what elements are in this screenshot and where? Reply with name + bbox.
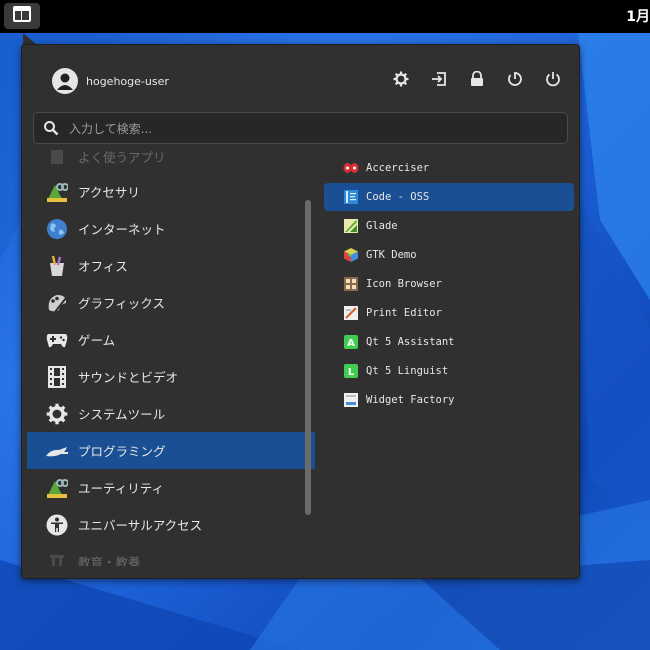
app-item-qt-assistant[interactable]: A Qt 5 Assistant — [324, 328, 574, 356]
user-info[interactable]: hogehoge-user — [52, 68, 169, 94]
system-tools-icon — [45, 402, 69, 426]
category-system-tools[interactable]: システムツール — [27, 395, 315, 432]
category-graphics[interactable]: グラフィックス — [27, 284, 315, 321]
app-label: Qt 5 Assistant — [366, 336, 455, 348]
category-label: オフィス — [78, 259, 128, 274]
qt-assistant-icon: A — [343, 334, 359, 350]
settings-icon — [393, 71, 409, 91]
accessories-icon — [45, 180, 69, 204]
search-icon — [43, 120, 59, 140]
logout-icon — [431, 71, 447, 91]
session-actions — [389, 68, 564, 94]
app-label: Code - OSS — [366, 191, 430, 203]
clock[interactable]: 1月 — [626, 6, 650, 26]
lock-button[interactable] — [465, 68, 488, 94]
category-programming[interactable]: プログラミング — [27, 432, 315, 469]
utilities-icon — [45, 476, 69, 500]
search-box[interactable] — [33, 112, 568, 144]
logout-button[interactable] — [427, 68, 450, 94]
category-label: システムツール — [78, 407, 166, 422]
lock-icon — [470, 70, 484, 91]
category-office[interactable]: オフィス — [27, 247, 315, 284]
graphics-icon — [45, 291, 69, 315]
category-label: よく使うアプリ — [78, 150, 166, 165]
app-menu-icon — [12, 5, 32, 27]
app-label: Widget Factory — [366, 394, 455, 406]
restart-icon — [507, 71, 523, 91]
category-label: ゲーム — [78, 333, 116, 348]
app-item-accerciser[interactable]: Accerciser — [324, 154, 574, 182]
favorites-icon — [45, 146, 69, 169]
app-item-qt-linguist[interactable]: L Qt 5 Linguist — [324, 357, 574, 385]
category-multimedia[interactable]: サウンドとビデオ — [27, 358, 315, 395]
category-internet[interactable]: インターネット — [27, 210, 315, 247]
restart-button[interactable] — [503, 68, 526, 94]
qt-linguist-icon: L — [343, 363, 359, 379]
internet-icon — [45, 217, 69, 241]
app-item-print-editor[interactable]: Print Editor — [324, 299, 574, 327]
app-label: Print Editor — [366, 307, 442, 319]
education-icon — [45, 550, 69, 566]
office-icon — [45, 254, 69, 278]
print-editor-icon — [343, 305, 359, 321]
category-label: アクセサリ — [78, 185, 140, 200]
category-label: インターネット — [78, 222, 166, 237]
gtk-demo-icon — [343, 247, 359, 263]
app-label: GTK Demo — [366, 249, 417, 261]
app-label: Accerciser — [366, 162, 430, 174]
accerciser-icon — [343, 160, 359, 176]
widget-factory-icon — [343, 392, 359, 408]
username: hogehoge-user — [86, 74, 169, 88]
app-item-gtk-demo[interactable]: GTK Demo — [324, 241, 574, 269]
category-label: ユーティリティ — [78, 481, 165, 496]
category-label: 教育・教養 — [78, 555, 141, 566]
category-label: グラフィックス — [78, 296, 165, 311]
category-label: プログラミング — [78, 444, 166, 459]
app-item-icon-browser[interactable]: Icon Browser — [324, 270, 574, 298]
category-list: よく使うアプリ アクセサリ インターネット オフィス グラフィックス ゲーム サ… — [27, 146, 317, 566]
category-games[interactable]: ゲーム — [27, 321, 315, 358]
accessibility-icon — [45, 513, 69, 537]
app-menu-button[interactable] — [4, 3, 40, 29]
app-item-widget-factory[interactable]: Widget Factory — [324, 386, 574, 414]
category-education[interactable]: 教育・教養 — [27, 543, 315, 566]
category-utilities[interactable]: ユーティリティ — [27, 469, 315, 506]
app-label: Qt 5 Linguist — [366, 365, 449, 377]
svg-text:L: L — [348, 367, 355, 378]
code-oss-icon — [343, 189, 359, 205]
games-icon — [45, 328, 69, 352]
power-icon — [545, 71, 561, 91]
category-favorites[interactable]: よく使うアプリ — [27, 146, 315, 175]
category-accessories[interactable]: アクセサリ — [27, 173, 315, 210]
programming-icon — [45, 439, 69, 463]
category-accessibility[interactable]: ユニバーサルアクセス — [27, 506, 315, 543]
search-input[interactable] — [67, 118, 551, 140]
top-bar: 1月 — [0, 0, 650, 33]
icon-browser-icon — [343, 276, 359, 292]
svg-text:A: A — [347, 338, 355, 349]
category-scrollbar[interactable] — [305, 200, 311, 515]
category-label: ユニバーサルアクセス — [78, 518, 203, 533]
power-button[interactable] — [541, 68, 564, 94]
avatar — [52, 68, 78, 94]
settings-button[interactable] — [389, 68, 412, 94]
multimedia-icon — [45, 365, 69, 389]
app-item-code-oss[interactable]: Code - OSS — [324, 183, 574, 211]
category-label: サウンドとビデオ — [78, 370, 179, 385]
app-item-glade[interactable]: Glade — [324, 212, 574, 240]
app-label: Glade — [366, 220, 398, 232]
glade-icon — [343, 218, 359, 234]
app-label: Icon Browser — [366, 278, 442, 290]
